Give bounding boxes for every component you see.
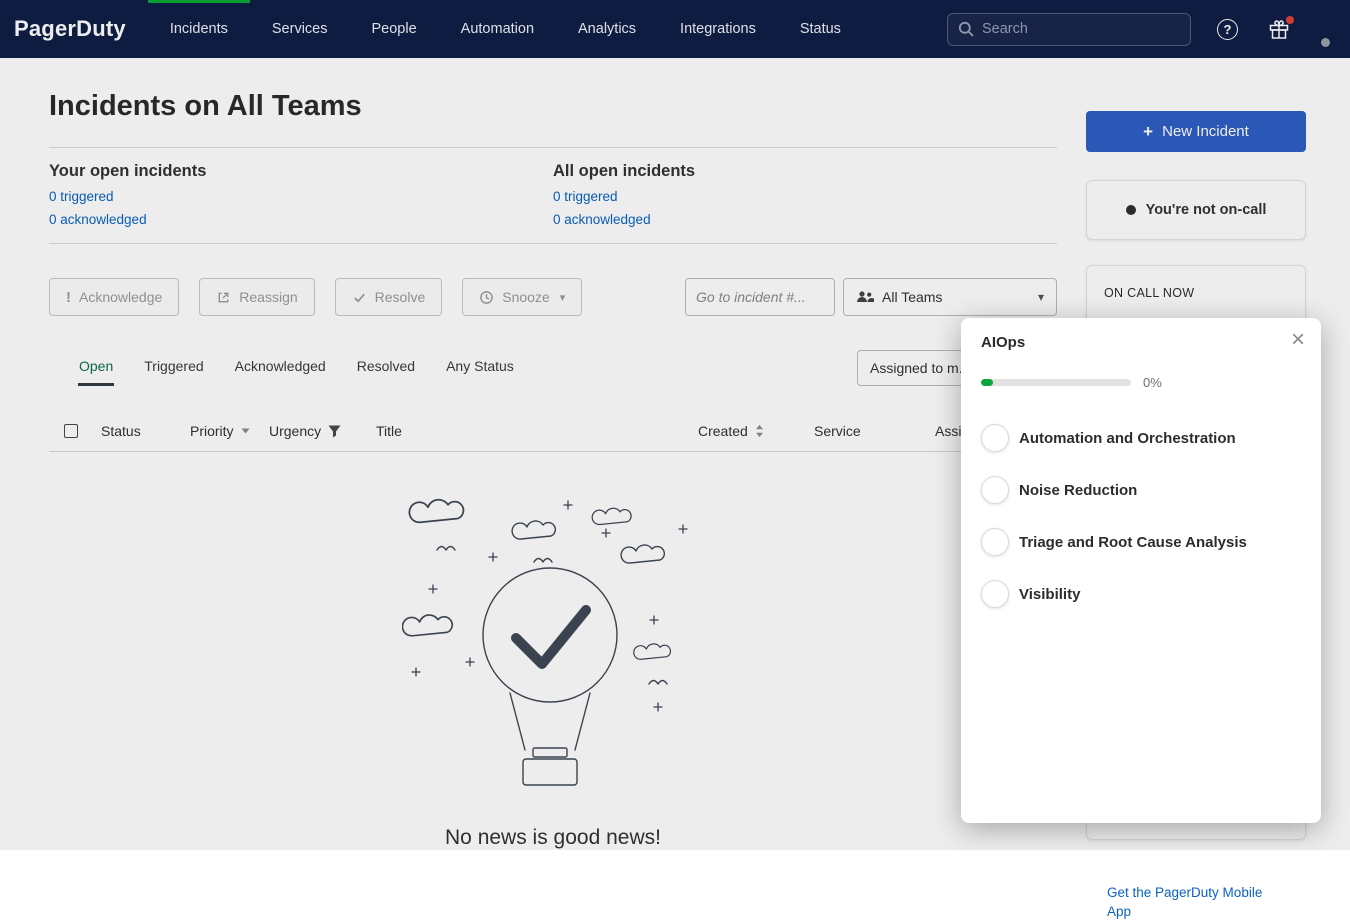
checklist-item-triage[interactable]: Triage and Root Cause Analysis — [981, 516, 1301, 568]
checklist-circle-icon[interactable] — [981, 476, 1009, 504]
aiops-checklist: Automation and Orchestration Noise Reduc… — [981, 412, 1301, 620]
aiops-modal: AIOps × 0% Automation and Orchestration … — [961, 318, 1321, 823]
checklist-item-label: Visibility — [1019, 586, 1080, 603]
checklist-item-visibility[interactable]: Visibility — [981, 568, 1301, 620]
checklist-item-label: Triage and Root Cause Analysis — [1019, 534, 1247, 551]
checklist-item-noise[interactable]: Noise Reduction — [981, 464, 1301, 516]
progress-fill — [981, 379, 993, 386]
checklist-circle-icon[interactable] — [981, 528, 1009, 556]
mobile-app-link[interactable]: Get the PagerDuty Mobile App — [1107, 884, 1275, 922]
checklist-item-automation[interactable]: Automation and Orchestration — [981, 412, 1301, 464]
checklist-circle-icon[interactable] — [981, 580, 1009, 608]
checklist-item-label: Automation and Orchestration — [1019, 430, 1236, 447]
progress-row: 0% — [981, 375, 1301, 390]
close-icon[interactable]: × — [1291, 328, 1305, 352]
checklist-item-label: Noise Reduction — [1019, 482, 1137, 499]
progress-percent: 0% — [1143, 375, 1162, 390]
checklist-circle-icon[interactable] — [981, 424, 1009, 452]
progress-bar — [981, 379, 1131, 386]
modal-title: AIOps — [981, 334, 1301, 351]
